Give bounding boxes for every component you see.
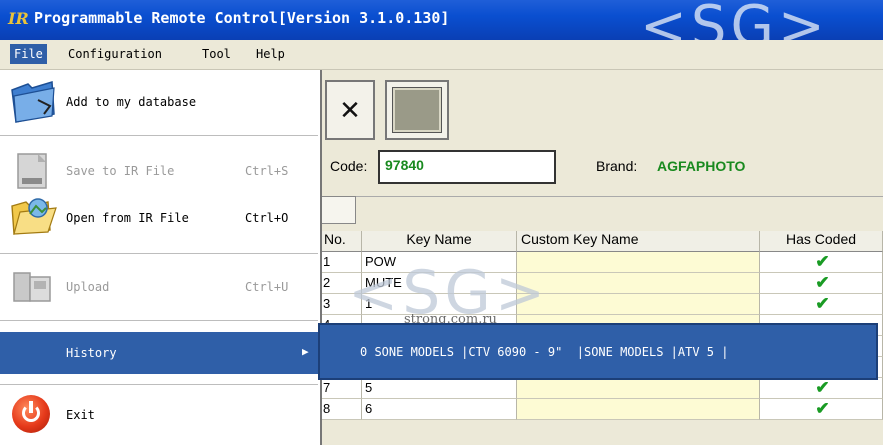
code-field[interactable]: 97840 bbox=[378, 150, 556, 184]
menu-item-save-to-ir[interactable]: Save to IR File Ctrl+S bbox=[0, 150, 318, 190]
tab-item[interactable] bbox=[320, 196, 356, 224]
row-no: 1 bbox=[320, 252, 362, 273]
menu-item-label: Open from IR File bbox=[66, 211, 189, 225]
row-no: 3 bbox=[320, 294, 362, 315]
menu-item-label: History bbox=[66, 346, 117, 360]
exit-icon bbox=[12, 395, 50, 433]
header-has-coded[interactable]: Has Coded bbox=[760, 231, 883, 252]
window-title: Programmable Remote Control[Version 3.1.… bbox=[34, 9, 450, 27]
menu-item-open-from-ir[interactable]: Open from IR File Ctrl+O bbox=[0, 198, 318, 238]
menu-item-add-to-database[interactable]: Add to my database bbox=[0, 81, 318, 123]
row-key-name: 1 bbox=[362, 294, 517, 315]
row-key-name: MUTE bbox=[362, 273, 517, 294]
table-row[interactable]: 2 MUTE ✔ bbox=[320, 273, 883, 294]
menu-tool[interactable]: Tool bbox=[202, 47, 231, 61]
menu-file[interactable]: File bbox=[10, 44, 47, 64]
menu-bar: File Configuration Tool Help bbox=[0, 40, 883, 70]
close-button[interactable]: ✕ bbox=[325, 80, 375, 140]
menu-item-label: Exit bbox=[66, 408, 95, 422]
menu-separator bbox=[0, 320, 318, 321]
header-custom-key-name[interactable]: Custom Key Name bbox=[517, 231, 760, 252]
save-file-icon bbox=[17, 153, 47, 189]
row-no: 7 bbox=[320, 378, 362, 399]
shortcut-label: Ctrl+S bbox=[245, 164, 289, 178]
history-entry[interactable]: 0 SONE MODELS |CTV 6090 - 9" |SONE MODEL… bbox=[360, 345, 728, 359]
submenu-arrow-icon: ▶ bbox=[302, 345, 309, 358]
file-menu-dropdown: Add to my database Save to IR File Ctrl+… bbox=[0, 70, 322, 445]
check-icon: ✔ bbox=[760, 273, 883, 294]
row-no: 2 bbox=[320, 273, 362, 294]
table-row[interactable]: 7 5 ✔ bbox=[320, 378, 883, 399]
check-icon: ✔ bbox=[760, 399, 883, 420]
stop-icon bbox=[392, 87, 442, 133]
upload-icon bbox=[13, 272, 51, 302]
menu-configuration[interactable]: Configuration bbox=[68, 47, 162, 61]
brand-value: AGFAPHOTO bbox=[657, 158, 746, 174]
menu-item-label: Add to my database bbox=[66, 95, 197, 109]
header-no[interactable]: No. bbox=[320, 231, 362, 252]
row-custom-key-name[interactable] bbox=[517, 294, 760, 315]
open-folder-icon bbox=[11, 198, 57, 235]
folder-icon bbox=[11, 81, 55, 123]
table-row[interactable]: 1 POW ✔ bbox=[320, 252, 883, 273]
row-custom-key-name[interactable] bbox=[517, 378, 760, 399]
row-key-name: POW bbox=[362, 252, 517, 273]
history-submenu[interactable]: 0 SONE MODELS |CTV 6090 - 9" |SONE MODEL… bbox=[318, 323, 878, 380]
shortcut-label: Ctrl+U bbox=[245, 280, 289, 294]
menu-help[interactable]: Help bbox=[256, 47, 285, 61]
menu-separator bbox=[0, 253, 318, 254]
check-icon: ✔ bbox=[760, 252, 883, 273]
title-bar: IR Programmable Remote Control[Version 3… bbox=[0, 0, 883, 40]
check-icon: ✔ bbox=[760, 294, 883, 315]
shortcut-label: Ctrl+O bbox=[245, 211, 289, 225]
code-label: Code: bbox=[330, 158, 368, 174]
table-header: No. Key Name Custom Key Name Has Coded bbox=[320, 231, 883, 252]
header-key-name[interactable]: Key Name bbox=[362, 231, 517, 252]
row-key-name: 5 bbox=[362, 378, 517, 399]
check-icon: ✔ bbox=[760, 378, 883, 399]
menu-item-label: Save to IR File bbox=[66, 164, 175, 178]
table-row[interactable]: 8 6 ✔ bbox=[320, 399, 883, 420]
row-custom-key-name[interactable] bbox=[517, 399, 760, 420]
brand-label: Brand: bbox=[596, 158, 638, 174]
menu-separator bbox=[0, 384, 318, 385]
row-custom-key-name[interactable] bbox=[517, 252, 760, 273]
stop-button[interactable] bbox=[385, 80, 449, 140]
row-key-name: 6 bbox=[362, 399, 517, 420]
row-no: 8 bbox=[320, 399, 362, 420]
table-row[interactable]: 3 1 ✔ bbox=[320, 294, 883, 315]
tab-strip bbox=[320, 196, 883, 224]
menu-item-history[interactable]: History ▶ bbox=[0, 332, 318, 374]
row-custom-key-name[interactable] bbox=[517, 273, 760, 294]
menu-item-upload[interactable]: Upload Ctrl+U bbox=[0, 267, 318, 307]
menu-item-label: Upload bbox=[66, 280, 110, 294]
menu-separator bbox=[0, 135, 318, 136]
app-icon: IR bbox=[8, 9, 29, 28]
